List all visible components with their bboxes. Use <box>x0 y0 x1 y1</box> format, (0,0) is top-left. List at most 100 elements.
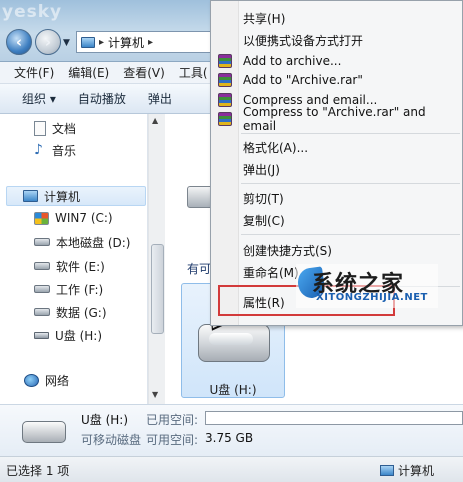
usb-drive-icon <box>198 324 270 362</box>
details-pane: U盘 (H:) 可移动磁盘 已用空间: 可用空间: 3.75 GB <box>0 404 463 456</box>
details-free-value: 3.75 GB <box>205 431 254 445</box>
logo-subtitle: XITONGZHIJIA.NET <box>316 292 428 303</box>
selection-count: 已选择 1 项 <box>6 464 70 478</box>
address-bar[interactable]: ▸ 计算机 ▸ <box>76 31 211 53</box>
breadcrumb-chevron-icon[interactable]: ▸ <box>148 37 153 48</box>
menu-item-label: Compress to "Archive.rar" and email <box>243 105 426 133</box>
arrow-left-icon: ‹ <box>15 33 23 51</box>
menu-item-label: 复制(C) <box>243 213 285 228</box>
menu-item-label: Add to archive... <box>243 54 342 68</box>
music-icon: ♪ <box>34 142 43 158</box>
menu-item-label: Add to "Archive.rar" <box>243 73 363 87</box>
navigation-pane: 文档 ♪ 音乐 计算机 WIN7 (C:) 本地磁盘 (D:) 软件 (E:) … <box>0 114 148 404</box>
network-icon <box>24 373 39 387</box>
menu-item-label: 创建快捷方式(S) <box>243 243 332 258</box>
breadcrumb-separator-icon[interactable]: ▸ <box>99 37 104 48</box>
nav-item-drive-e[interactable]: 软件 (E:) <box>34 256 105 276</box>
nav-item-label: 数据 (G:) <box>56 305 107 320</box>
winrar-icon <box>218 54 232 68</box>
hard-drive-icon <box>34 285 50 293</box>
details-used-label: 已用空间: <box>146 413 199 427</box>
menu-item-cut[interactable]: 剪切(T) <box>243 188 284 208</box>
nav-item-computer[interactable]: 计算机 <box>6 186 146 206</box>
nav-item-label: U盘 (H:) <box>55 328 103 343</box>
context-menu-icon-gutter <box>211 1 239 325</box>
details-drive-name: U盘 (H:) <box>81 413 129 427</box>
menu-item-rename[interactable]: 重命名(M) <box>243 262 299 282</box>
nav-item-network[interactable]: 网络 <box>24 370 69 390</box>
scroll-down-icon[interactable]: ▼ <box>152 390 158 399</box>
menu-separator <box>241 133 460 134</box>
group-header-removable[interactable]: 有可 <box>187 260 211 277</box>
menu-edit[interactable]: 编辑(E) <box>68 64 109 81</box>
menu-item-label: 共享(H) <box>243 11 286 26</box>
nav-item-drive-g[interactable]: 数据 (G:) <box>34 302 107 322</box>
menu-item-label: 弹出(J) <box>243 162 280 177</box>
menu-item-label: 以便携式设备方式打开 <box>243 33 364 48</box>
nav-item-label: 工作 (F:) <box>56 282 104 297</box>
organize-button[interactable]: 组织 ▾ <box>22 90 56 107</box>
nav-item-label: 文档 <box>52 121 77 136</box>
nav-item-label: 本地磁盘 (D:) <box>56 235 131 250</box>
menu-view[interactable]: 查看(V) <box>123 64 165 81</box>
nav-item-drive-d[interactable]: 本地磁盘 (D:) <box>34 232 130 252</box>
document-icon <box>34 120 46 136</box>
usb-drive-label: U盘 (H:) <box>209 383 257 397</box>
hard-drive-icon <box>34 262 50 270</box>
navigation-scrollbar[interactable]: ▲ ▼ <box>148 114 165 404</box>
autoplay-button[interactable]: 自动播放 <box>78 90 126 107</box>
details-drive-type: 可移动磁盘 <box>81 433 142 447</box>
nav-item-music[interactable]: ♪ 音乐 <box>34 140 76 160</box>
menu-item-open-as-portable[interactable]: 以便携式设备方式打开 <box>243 30 363 50</box>
recent-pages-dropdown-icon[interactable]: ▼ <box>63 38 70 48</box>
computer-icon <box>81 36 95 48</box>
menu-item-add-to-archive[interactable]: Add to archive... <box>243 51 341 71</box>
menu-item-compress-rar-email[interactable]: Compress to "Archive.rar" and email <box>243 105 462 133</box>
details-free-label: 可用空间: <box>146 433 199 447</box>
menu-item-format[interactable]: 格式化(A)... <box>243 137 308 157</box>
breadcrumb-computer[interactable]: 计算机 <box>108 34 144 51</box>
nav-item-label: 音乐 <box>52 143 77 158</box>
menu-item-eject[interactable]: 弹出(J) <box>243 159 280 179</box>
used-space-bar <box>205 411 463 425</box>
nav-item-drive-f[interactable]: 工作 (F:) <box>34 279 103 299</box>
usb-drive-icon <box>22 421 66 443</box>
computer-icon <box>23 190 38 202</box>
menu-item-add-to-archive-rar[interactable]: Add to "Archive.rar" <box>243 70 363 90</box>
menu-item-label: 格式化(A)... <box>243 140 309 155</box>
arrow-right-icon: › <box>44 33 52 51</box>
watermark-text: yesky <box>2 2 63 22</box>
menu-tools[interactable]: 工具( <box>179 64 208 81</box>
nav-item-label: 网络 <box>45 373 70 388</box>
menu-item-copy[interactable]: 复制(C) <box>243 210 285 230</box>
nav-item-documents[interactable]: 文档 <box>34 118 76 138</box>
menu-separator <box>241 183 460 184</box>
menu-item-share[interactable]: 共享(H) <box>243 8 285 28</box>
windows-drive-icon <box>34 211 49 225</box>
back-button[interactable]: ‹ <box>6 29 32 55</box>
scroll-thumb[interactable] <box>151 244 164 334</box>
nav-item-drive-c[interactable]: WIN7 (C:) <box>34 208 113 228</box>
hard-drive-icon <box>34 238 50 246</box>
menu-item-label: 重命名(M) <box>243 265 299 280</box>
scroll-up-icon[interactable]: ▲ <box>152 116 158 125</box>
status-location-label: 计算机 <box>398 464 435 478</box>
hard-drive-icon <box>34 308 50 316</box>
nav-item-label: 计算机 <box>44 189 81 204</box>
status-location: 计算机 <box>380 462 434 479</box>
usb-drive-icon <box>34 331 49 339</box>
menu-file[interactable]: 文件(F) <box>14 64 54 81</box>
menu-item-label: 剪切(T) <box>243 191 284 206</box>
menu-separator <box>241 234 460 235</box>
forward-button[interactable]: › <box>35 29 61 55</box>
eject-button[interactable]: 弹出 <box>148 90 172 107</box>
winrar-icon <box>218 93 232 107</box>
winrar-icon <box>218 112 232 126</box>
nav-item-label: 软件 (E:) <box>56 259 105 274</box>
nav-item-label: WIN7 (C:) <box>55 211 113 225</box>
status-bar: 已选择 1 项 计算机 <box>0 456 463 482</box>
nav-item-drive-h[interactable]: U盘 (H:) <box>34 325 102 345</box>
winrar-icon <box>218 73 232 87</box>
computer-icon <box>380 465 394 476</box>
menu-item-create-shortcut[interactable]: 创建快捷方式(S) <box>243 240 332 260</box>
